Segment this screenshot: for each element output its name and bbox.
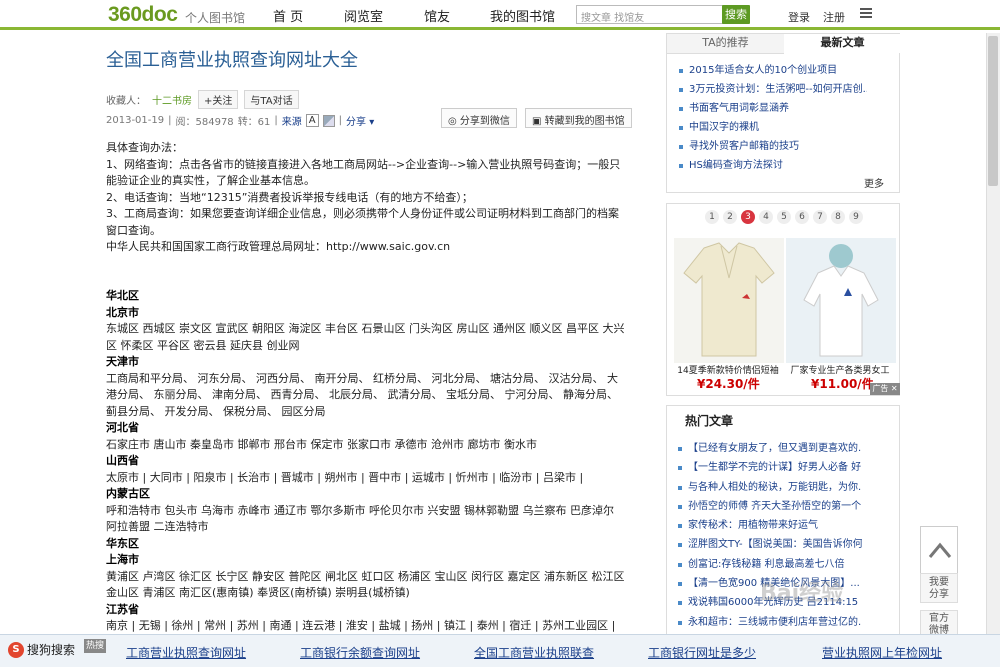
bottom-search-link[interactable]: 营业执照网上年检网址 [822,644,942,661]
latest-article-item[interactable]: 书面客气用词彰显涵养 [667,99,867,118]
latest-article-item[interactable]: HS编码查询方法探讨 [667,156,867,175]
ad-image-shirt-white[interactable] [786,238,896,363]
latest-article-item[interactable]: 3万元投资计划：生活粥吧--如何开店创... [667,80,867,99]
intro-line: 具体查询办法： [106,141,183,154]
ad-pager: 1 2 3 4 5 6 7 8 9 [705,210,863,224]
nav-friends[interactable]: 馆友 [424,6,450,25]
pager-item-active[interactable]: 3 [741,210,755,224]
city-links[interactable]: 黄浦区 卢湾区 徐汇区 长宁区 静安区 普陀区 闸北区 虹口区 杨浦区 宝山区 … [106,569,628,602]
hot-article-item[interactable]: 孙悟空的师傅 齐天大圣孙悟空的第一个... [666,497,862,516]
pager-item[interactable]: 9 [849,210,863,224]
meta-source-link[interactable]: 来源 [282,113,302,128]
share-side-tab[interactable]: 我要 分享 [920,573,958,603]
city-links[interactable]: 东城区 西城区 崇文区 宣武区 朝阳区 海淀区 丰台区 石景山区 门头沟区 房山… [106,321,628,354]
intro-line: 3、工商局查询：如果您要查询详细企业信息，则必须携带个人身份证件或公司证明材料到… [106,207,619,237]
collector-row: 收藏人： 十二书房 +关注 与TA对话 [106,90,299,109]
region-list: 华北区北京市东城区 西城区 崇文区 宣武区 朝阳区 海淀区 丰台区 石景山区 门… [106,288,628,651]
ad-tag[interactable]: 广告 ✕ [870,383,900,395]
scroll-to-top-button[interactable] [920,526,958,574]
share-menu[interactable]: 分享 ▾ [346,113,374,128]
latest-article-item[interactable]: 中国汉字的裸机 [667,118,867,137]
province-heading: 河北省 [106,421,139,434]
latest-article-item[interactable]: 寻找外贸客户邮箱的技巧 [667,137,867,156]
city-links[interactable]: 工商局和平分局、 河东分局、 河西分局、 南开分局、 红桥分局、 河北分局、 塘… [106,371,628,421]
article-meta: 2013-01-19 | 阅：584978 转：61 | 来源 A | 分享 ▾ [106,113,375,128]
sogou-logo-icon: S [8,641,24,658]
pager-item[interactable]: 2 [723,210,737,224]
hot-article-item[interactable]: 永和超市：三线城市便利店年营过亿的... [666,613,862,632]
pager-item[interactable]: 8 [831,210,845,224]
share-wechat-button[interactable]: ◎ 分享到微信 [441,108,517,128]
city-links[interactable]: 太原市 | 大同市 | 阳泉市 | 长治市 | 晋城市 | 朔州市 | 晋中市 … [106,470,628,487]
region-heading: 华北区 [106,289,139,302]
latest-article-item[interactable]: 2015年适合女人的10个创业项目 [667,61,867,80]
intro-line: 1、网络查询：点击各省市的链接直接进入各地工商局网站-->企业查询-->输入营业… [106,157,621,188]
pager-item[interactable]: 7 [813,210,827,224]
ad-price: ¥24.30/件 [697,377,760,391]
province-heading: 上海市 [106,553,139,566]
latest-articles-box: 2015年适合女人的10个创业项目 3万元投资计划：生活粥吧--如何开店创...… [666,53,900,193]
menu-icon[interactable] [860,8,872,18]
bottom-search-link[interactable]: 工商银行网址是多少 [648,644,756,661]
hot-articles-title: 热门文章 [685,414,734,428]
login-link[interactable]: 登录 [788,9,810,25]
region-heading: 华东区 [106,536,139,550]
more-link[interactable]: 更多 [864,175,884,190]
hot-search-badge: 热搜 [84,639,106,653]
nav-my-library[interactable]: 我的图书馆 [490,6,555,25]
meta-forward-count: 转：61 [237,117,271,128]
meta-date: 2013-01-19 [106,115,165,126]
article-intro: 具体查询办法： 1、网络查询：点击各省市的链接直接进入各地工商局网站-->企业查… [106,140,628,256]
province-heading: 内蒙古区 [106,487,150,500]
hot-article-item[interactable]: 【已经有女朋友了，但又遇到更喜欢的... [666,439,862,458]
province-heading: 山西省 [106,454,139,467]
intro-line: 中华人民共和国国家工商行政管理总局网址：http://www.saic.gov.… [106,240,451,253]
nav-home[interactable]: 首 页 [273,6,303,25]
hot-article-item[interactable]: 家传秘术：用植物带来好运气 [666,516,862,535]
hot-article-item[interactable]: 与各种人相处的秘诀，万能钥匙，为你... [666,478,862,497]
pager-item[interactable]: 5 [777,210,791,224]
bottom-search-link[interactable]: 工商营业执照查询网址 [126,644,246,661]
sogou-search[interactable]: S 搜狗搜索 [8,641,75,658]
search-button[interactable]: 搜索 [722,5,750,24]
pager-item[interactable]: 1 [705,210,719,224]
hot-article-item[interactable]: 【一生都学不完的计谋】好男人必备 好... [666,458,862,477]
follow-button[interactable]: +关注 [198,90,239,109]
city-links[interactable]: 石家庄市 唐山市 秦皇岛市 邯郸市 邢台市 保定市 张家口市 承德市 沧州市 廊… [106,437,628,454]
chat-button[interactable]: 与TA对话 [244,90,299,109]
city-links[interactable]: 呼和浩特市 包头市 乌海市 赤峰市 通辽市 鄂尔多斯市 呼伦贝尔市 兴安盟 锡林… [106,503,628,536]
hot-article-item[interactable]: 涩胖图文TY-【图说美国：美国告诉你何... [666,535,862,554]
province-heading: 北京市 [106,305,139,319]
province-heading: 天津市 [106,355,139,368]
ad-image-shirt-cream[interactable] [674,238,784,363]
register-link[interactable]: 注册 [823,9,845,25]
baidu-watermark: Bai经验 [760,581,844,606]
bottom-search-link[interactable]: 工商银行余额查询网址 [300,644,420,661]
color-theme-icon[interactable] [322,114,335,127]
save-to-library-button[interactable]: ▣ 转藏到我的图书馆 [525,108,632,128]
article-title: 全国工商营业执照查询网址大全 [106,50,358,71]
tab-latest[interactable]: 最新文章 [784,34,901,54]
pager-item[interactable]: 6 [795,210,809,224]
province-heading: 江苏省 [106,602,139,616]
bottom-search-link[interactable]: 全国工商营业执照联查 [474,644,594,661]
site-logo[interactable]: 360doc [108,3,178,27]
collector-link[interactable]: 十二书房 [152,92,192,107]
intro-line: 2、电话查询：当地“12315”消费者投诉举报专线电话（有的地方不给查）； [106,190,473,204]
site-logo-subtitle: 个人图书馆 [185,11,246,25]
search-input[interactable]: 搜文章 找馆友 [576,5,723,24]
tab-recommend[interactable]: TA的推荐 [667,34,784,54]
pager-item[interactable]: 4 [759,210,773,224]
font-size-icon[interactable]: A [305,114,319,127]
meta-read-count: 阅：584978 [175,117,234,128]
hot-article-item[interactable]: 创富记:存钱秘籍 利息最高差七八倍 [666,555,862,574]
ad-price: ¥11.00/件 [811,377,874,391]
weibo-side-tab[interactable]: 官方 微博 [920,610,958,636]
right-tabs: TA的推荐 最新文章 [666,33,901,54]
nav-reading-room[interactable]: 阅览室 [344,6,383,25]
collector-label: 收藏人： [106,96,146,107]
scrollbar-thumb[interactable] [988,36,998,186]
